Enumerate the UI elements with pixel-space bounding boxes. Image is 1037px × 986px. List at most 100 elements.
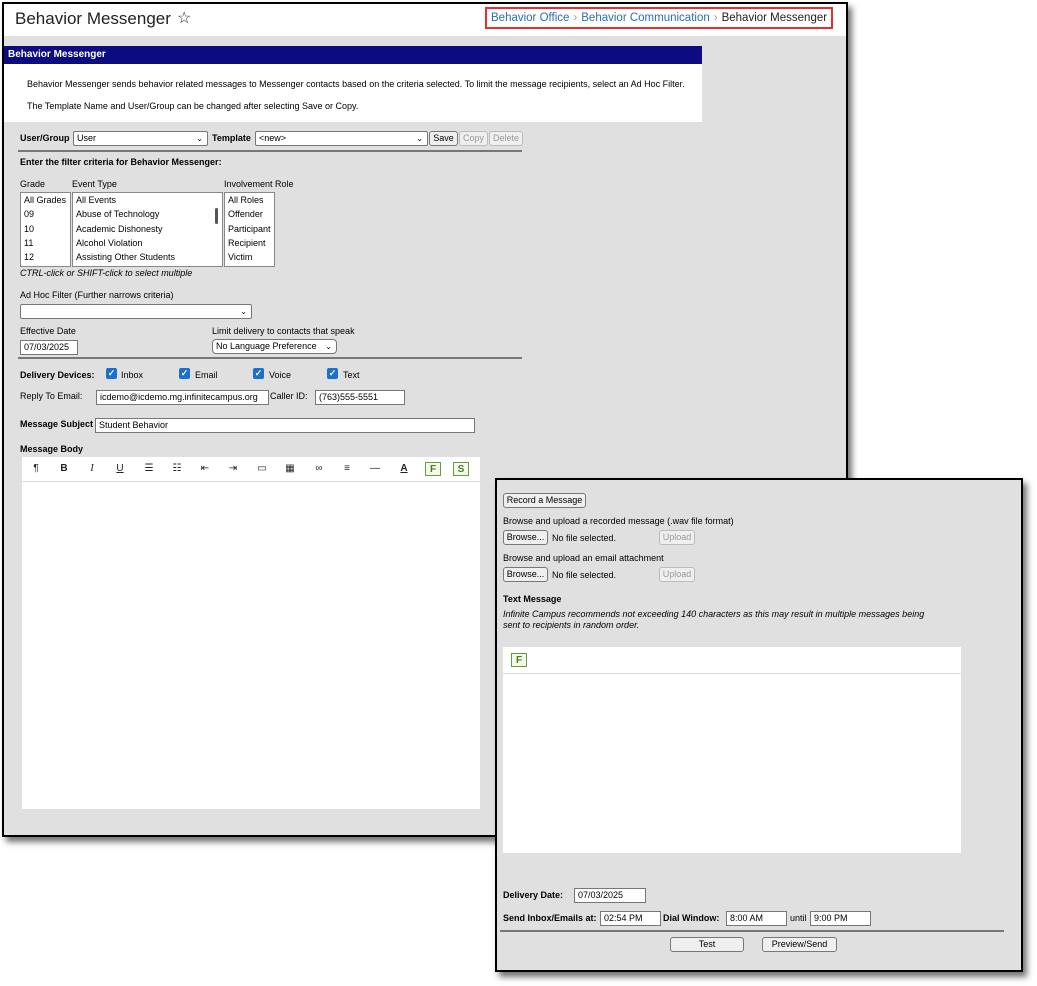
divider <box>18 357 522 359</box>
language-select[interactable]: No Language Preference ⌄ <box>212 339 337 354</box>
copy-button[interactable]: Copy <box>459 131 488 146</box>
language-value: No Language Preference <box>216 341 317 351</box>
list-item[interactable]: Abuse of Technology <box>73 207 222 221</box>
list-item[interactable]: Offender <box>225 207 274 221</box>
outdent-icon[interactable]: ⇤ <box>197 462 213 476</box>
upload-recording-button[interactable]: Upload <box>659 530 695 545</box>
numbered-list-icon[interactable]: ☷ <box>169 462 185 476</box>
attachment-file-status: No file selected. <box>552 570 617 580</box>
effective-date-label: Effective Date <box>20 326 76 336</box>
template-value: <new> <box>259 133 287 143</box>
list-item[interactable]: Academic Dishonesty <box>73 222 222 236</box>
breadcrumb-behavior-office[interactable]: Behavior Office <box>491 12 569 24</box>
field-icon[interactable]: F <box>425 462 441 476</box>
record-message-button[interactable]: Record a Message <box>503 493 586 508</box>
divider <box>18 150 522 152</box>
italic-icon[interactable]: I <box>84 462 100 476</box>
paragraph-icon[interactable]: ¶ <box>28 462 44 476</box>
list-item[interactable]: Alcohol Violation <box>73 236 222 250</box>
caller-id-input[interactable]: (763)555-5551 <box>315 390 405 405</box>
send-at-input[interactable]: 02:54 PM <box>600 911 661 926</box>
filter-heading: Enter the filter criteria for Behavior M… <box>20 157 222 167</box>
text-message-editor[interactable] <box>503 674 961 853</box>
scrollbar-thumb[interactable] <box>215 208 218 224</box>
involvement-role-listbox[interactable]: All Roles Offender Participant Recipient… <box>224 192 275 267</box>
recorded-message-label: Browse and upload a recorded message (.w… <box>503 516 734 526</box>
list-item[interactable]: 11 <box>21 236 70 250</box>
list-item[interactable]: All Grades <box>21 193 70 207</box>
until-label: until <box>790 913 807 923</box>
dial-window-end-input[interactable]: 9:00 PM <box>810 911 871 926</box>
dial-window-start-input[interactable]: 8:00 AM <box>726 911 787 926</box>
browse-recording-button[interactable]: Browse... <box>503 530 548 545</box>
reply-to-email-input[interactable]: icdemo@icdemo.mg.infinitecampus.org <box>96 390 269 405</box>
link-icon[interactable]: ∞ <box>311 462 327 476</box>
inbox-checkbox[interactable]: ✓ <box>106 368 117 379</box>
bullet-list-icon[interactable]: ☰ <box>141 462 157 476</box>
message-body-label: Message Body <box>20 444 84 454</box>
list-item[interactable]: Victim <box>225 250 274 264</box>
text-checkbox[interactable]: ✓ <box>327 368 338 379</box>
delivery-date-label: Delivery Date: <box>503 890 564 900</box>
list-item[interactable]: Recipient <box>225 236 274 250</box>
list-item[interactable]: Assisting Other Students <box>73 250 222 264</box>
divider <box>500 930 1004 932</box>
delivery-date-input[interactable]: 07/03/2025 <box>574 888 646 903</box>
underline-icon[interactable]: U <box>112 462 128 476</box>
message-body-editor[interactable] <box>22 482 480 809</box>
breadcrumb-current: Behavior Messenger <box>721 12 828 24</box>
indent-icon[interactable]: ⇥ <box>225 462 241 476</box>
chevron-down-icon: ⌄ <box>240 307 247 316</box>
user-group-label: User/Group <box>20 133 70 143</box>
message-subject-input[interactable]: Student Behavior <box>95 418 475 433</box>
list-item[interactable]: 12 <box>21 250 70 264</box>
editor-toolbar: ¶ B I U ☰ ☷ ⇤ ⇥ ▭ ▦ ∞ ≡ — A F S <box>22 457 480 482</box>
event-type-listbox[interactable]: All Events Abuse of Technology Academic … <box>72 192 223 267</box>
horizontal-rule-icon[interactable]: — <box>367 462 383 476</box>
star-icon[interactable]: ☆ <box>177 8 191 28</box>
template-label: Template <box>212 133 251 143</box>
font-color-icon[interactable]: A <box>396 462 412 476</box>
table-icon[interactable]: ▦ <box>282 462 298 476</box>
text-editor-toolbar: F <box>503 647 961 674</box>
recording-file-status: No file selected. <box>552 533 617 543</box>
header-bar: Behavior Messenger ☆ Behavior Office › Beh… <box>4 4 846 36</box>
preview-send-button[interactable]: Preview/Send <box>762 937 837 952</box>
delete-button[interactable]: Delete <box>489 131 523 146</box>
email-checkbox[interactable]: ✓ <box>179 368 190 379</box>
upload-attachment-button[interactable]: Upload <box>659 567 695 582</box>
breadcrumb-behavior-communication[interactable]: Behavior Communication <box>581 12 709 24</box>
user-group-select[interactable]: User ⌄ <box>73 131 208 146</box>
bold-icon[interactable]: B <box>56 462 72 476</box>
list-item[interactable]: 09 <box>21 207 70 221</box>
grade-listbox[interactable]: All Grades 09 10 11 12 <box>20 192 71 267</box>
list-item[interactable]: Participant <box>225 222 274 236</box>
chevron-right-icon: › <box>713 12 718 24</box>
list-item[interactable]: All Events <box>73 193 222 207</box>
list-item[interactable]: All Roles <box>225 193 274 207</box>
language-label: Limit delivery to contacts that speak <box>212 326 355 336</box>
user-group-value: User <box>77 133 97 143</box>
text-message-note: sent to recipients in random order. <box>503 620 640 630</box>
event-type-label: Event Type <box>72 179 117 189</box>
browse-attachment-button[interactable]: Browse... <box>503 567 548 582</box>
message-options-panel: Record a Message Browse and upload a rec… <box>495 478 1023 972</box>
field-icon[interactable]: F <box>511 653 527 667</box>
section-title: Behavior Messenger <box>4 46 702 64</box>
dial-window-label: Dial Window: <box>663 913 720 923</box>
save-button[interactable]: Save <box>429 131 458 146</box>
voice-label: Voice <box>269 370 292 380</box>
voice-checkbox[interactable]: ✓ <box>253 368 264 379</box>
align-icon[interactable]: ≡ <box>339 462 355 476</box>
sub-report-icon[interactable]: S <box>453 462 469 476</box>
adhoc-filter-label: Ad Hoc Filter (Further narrows criteria) <box>20 290 174 300</box>
list-item[interactable]: 10 <box>21 222 70 236</box>
image-icon[interactable]: ▭ <box>254 462 270 476</box>
delivery-devices-label: Delivery Devices: <box>20 370 95 380</box>
test-button[interactable]: Test <box>670 937 744 952</box>
info-box: Behavior Messenger sends behavior relate… <box>4 64 702 122</box>
template-select[interactable]: <new> ⌄ <box>255 131 428 146</box>
effective-date-input[interactable]: 07/03/2025 <box>20 340 78 355</box>
text-label: Text <box>343 370 360 380</box>
adhoc-filter-select[interactable]: ⌄ <box>20 304 252 319</box>
